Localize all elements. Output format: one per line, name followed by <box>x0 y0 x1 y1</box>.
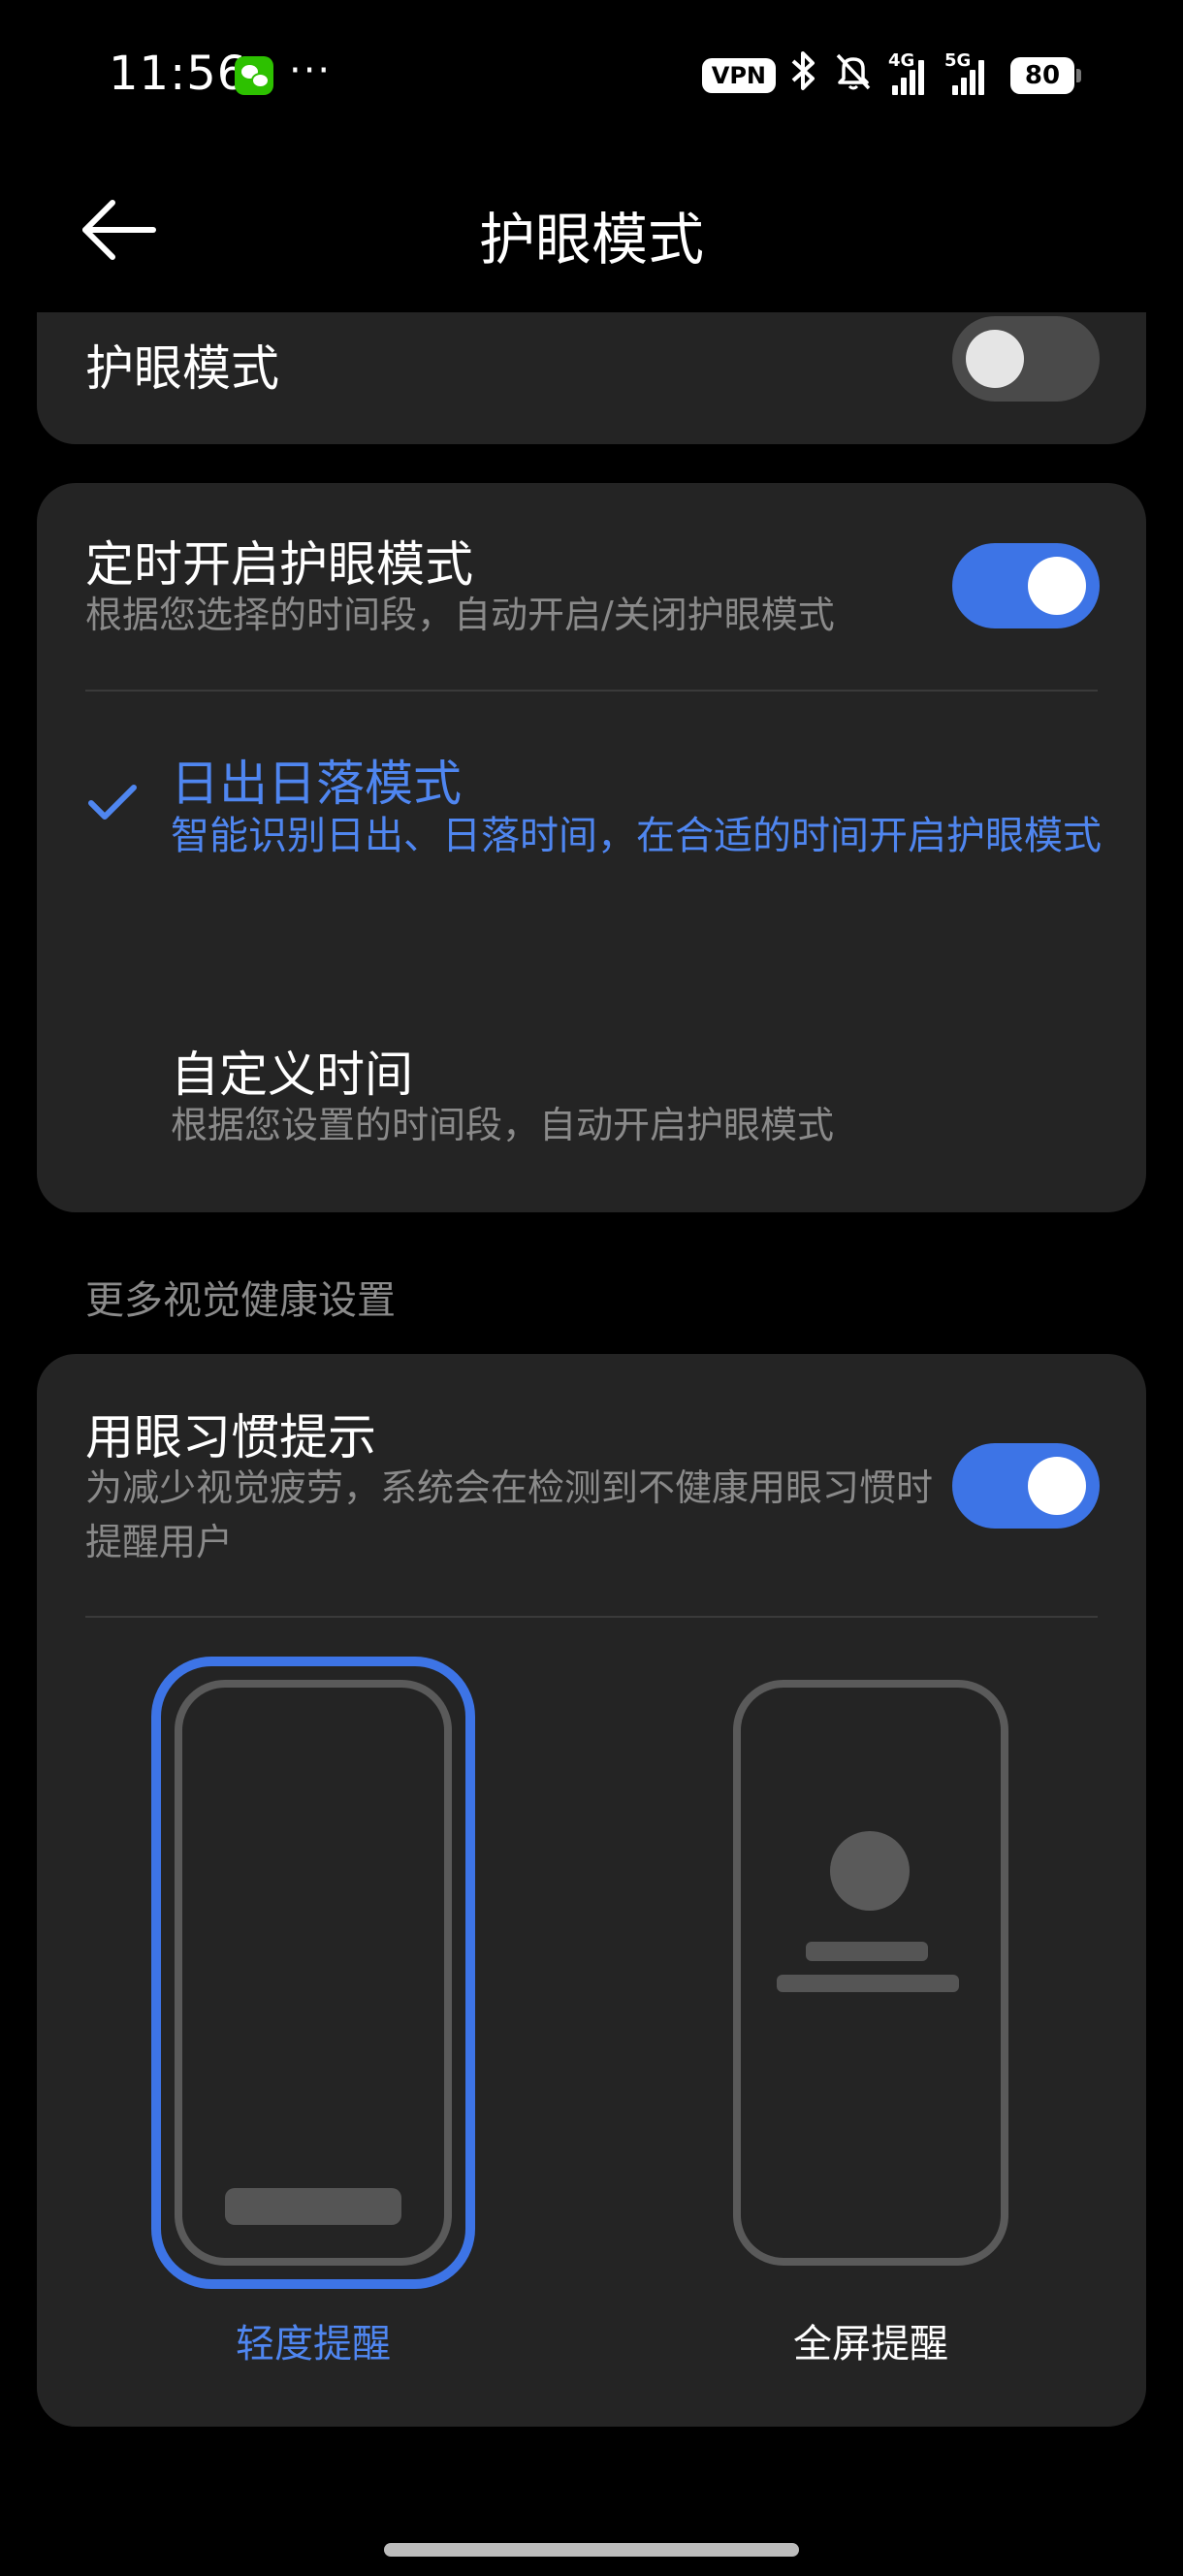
option-title: 自定义时间 <box>171 1046 413 1103</box>
status-icons: VPN 4G 5G 80 <box>701 50 1081 97</box>
status-time: 11:56 <box>109 47 248 101</box>
app-header: 护眼模式 <box>0 155 1183 310</box>
style-fullscreen-reminder[interactable]: 全屏提醒 <box>733 1680 1063 2398</box>
option-custom-time[interactable]: 自定义时间 根据您设置的时间段，自动开启护眼模式 <box>37 997 1146 1191</box>
battery-icon: 80 <box>1010 57 1081 94</box>
home-indicator[interactable] <box>384 2543 799 2557</box>
bluetooth-icon <box>789 49 818 103</box>
page-title: 护眼模式 <box>478 207 704 273</box>
banner-preview <box>225 2188 401 2225</box>
style-label: 轻度提醒 <box>236 2322 391 2367</box>
option-subtitle: 根据您设置的时间段，自动开启护眼模式 <box>171 1104 835 1146</box>
option-subtitle: 智能识别日出、日落时间，在合适的时间开启护眼模式 <box>171 814 1102 858</box>
text-line-preview <box>806 1942 928 1961</box>
habit-toggle[interactable] <box>952 1443 1100 1529</box>
style-label: 全屏提醒 <box>793 2322 948 2367</box>
option-sunrise-sunset[interactable]: 日出日落模式 智能识别日出、日落时间，在合适的时间开启护眼模式 <box>37 706 1146 949</box>
vpn-badge: VPN <box>701 58 776 93</box>
eye-mode-label: 护眼模式 <box>85 340 279 397</box>
checkmark-icon <box>88 785 137 820</box>
schedule-title: 定时开启护眼模式 <box>85 536 473 593</box>
toggle-knob <box>966 330 1024 388</box>
status-bar: 11:56 ··· VPN 4G 5G 80 <box>0 0 1183 155</box>
toggle-knob <box>1028 557 1086 615</box>
schedule-card: 定时开启护眼模式 根据您选择的时间段，自动开启/关闭护眼模式 日出日落模式 智能… <box>37 483 1146 1212</box>
section-label: 更多视觉健康设置 <box>85 1278 396 1323</box>
phone-preview-icon <box>175 1680 452 2266</box>
divider <box>85 1616 1098 1618</box>
signal-icon: 5G <box>944 50 997 95</box>
eye-mode-toggle[interactable] <box>952 316 1100 402</box>
eye-mode-card: 护眼模式 <box>37 312 1146 444</box>
schedule-toggle[interactable] <box>952 543 1100 628</box>
text-line-preview <box>777 1975 959 1992</box>
eye-habit-card: 用眼习惯提示 为减少视觉疲劳，系统会在检测到不健康用眼习惯时提醒用户 轻度提醒 … <box>37 1354 1146 2427</box>
style-light-reminder[interactable]: 轻度提醒 <box>151 1657 555 2394</box>
toggle-knob <box>1028 1457 1086 1515</box>
wechat-icon <box>235 56 273 95</box>
avatar-preview <box>830 1831 910 1911</box>
schedule-subtitle: 根据您选择的时间段，自动开启/关闭护眼模式 <box>85 594 835 636</box>
option-title: 日出日落模式 <box>171 756 462 812</box>
phone-preview-icon <box>733 1680 1008 2266</box>
divider <box>85 690 1098 692</box>
habit-title: 用眼习惯提示 <box>85 1409 376 1465</box>
signal-icon: 4G <box>888 50 931 95</box>
more-notifications-icon: ··· <box>289 48 333 93</box>
habit-subtitle: 为减少视觉疲劳，系统会在检测到不健康用眼习惯时提醒用户 <box>85 1466 934 1563</box>
mute-icon <box>832 49 875 103</box>
